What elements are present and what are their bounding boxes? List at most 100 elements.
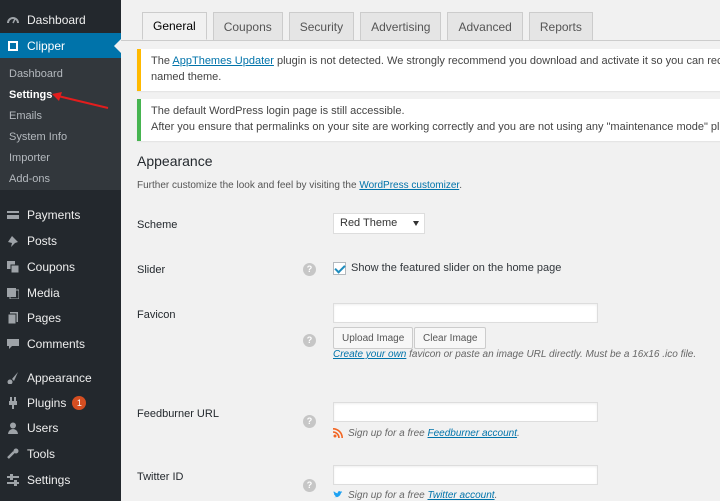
hint-text: Sign up for a free (348, 490, 428, 501)
sidebar-item-settings[interactable]: Settings (0, 467, 121, 493)
admin-sidebar: Dashboard Clipper Dashboard Settings Ema… (0, 0, 121, 501)
pushpin-icon (7, 235, 19, 247)
sidebar-item-pages[interactable]: Pages (0, 305, 121, 331)
submenu-item-settings[interactable]: Settings (9, 89, 52, 101)
tab-security[interactable]: Security (288, 12, 355, 40)
wrench-icon (7, 448, 19, 460)
rss-icon (332, 428, 343, 439)
plugins-update-badge: 1 (72, 396, 87, 410)
section-title: Appearance (137, 153, 213, 169)
hint-text: . (494, 490, 498, 501)
sidebar-item-label: Coupons (27, 260, 76, 274)
sidebar-item-label: Comments (27, 337, 86, 351)
media-icon (7, 287, 20, 300)
scheme-select[interactable]: Red Theme (333, 213, 425, 234)
sidebar-item-label: Payments (27, 208, 81, 222)
tab-advanced[interactable]: Advanced (447, 12, 523, 40)
favicon-url-input[interactable] (333, 303, 598, 323)
twitter-account-link[interactable]: Twitter account (428, 490, 495, 501)
feedburner-hint: Sign up for a free Feedburner account. (332, 428, 520, 439)
dashboard-icon (7, 14, 19, 26)
sidebar-item-clipper[interactable]: Clipper (0, 33, 121, 59)
sidebar-item-posts[interactable]: Posts (0, 228, 121, 254)
sidebar-item-label: Media (27, 286, 60, 300)
appthemes-updater-link[interactable]: AppThemes Updater (172, 55, 274, 67)
twitter-label: Twitter ID (137, 471, 184, 483)
sidebar-item-label: Tools (27, 447, 56, 461)
users-icon (7, 422, 19, 434)
notice-line: The AppThemes Updater plugin is not dete… (151, 53, 720, 69)
comments-icon (7, 338, 19, 350)
submenu-item-add-ons[interactable]: Add-ons (9, 173, 50, 185)
sidebar-item-payments[interactable]: Payments (0, 202, 121, 228)
slider-checkbox-label: Show the featured slider on the home pag… (351, 262, 562, 274)
tabs-divider (121, 40, 720, 41)
customizer-link[interactable]: WordPress customizer (359, 180, 459, 191)
sidebar-item-label: Dashboard (27, 13, 86, 27)
twitter-id-input[interactable] (333, 465, 598, 485)
pages-icon (7, 312, 19, 325)
payments-icon (7, 209, 19, 221)
hint-text: favicon or paste an image URL directly. … (406, 349, 697, 360)
clear-image-button[interactable]: Clear Image (414, 327, 487, 349)
notice-text: plugin is not detected. We strongly reco… (276, 55, 720, 67)
paintbrush-icon (7, 372, 19, 385)
hint-text: Sign up for a free (348, 428, 428, 439)
settings-tabs: General Coupons Security Advertising Adv… (142, 12, 593, 40)
sidebar-item-comments[interactable]: Comments (0, 331, 121, 357)
notice-line-2: named theme. (151, 71, 222, 83)
plugins-icon (7, 397, 19, 409)
sidebar-item-label: Plugins (27, 396, 67, 410)
scheme-select-value: Red Theme (340, 217, 398, 229)
login-page-notice: The default WordPress login page is stil… (137, 99, 720, 141)
submenu-item-dashboard[interactable]: Dashboard (9, 68, 63, 80)
sidebar-item-label: Settings (27, 473, 71, 487)
clipper-submenu: Dashboard Settings Emails System Info Im… (0, 58, 121, 190)
slider-checkbox[interactable] (333, 262, 346, 275)
sidebar-item-coupons[interactable]: Coupons (0, 254, 121, 280)
tab-general[interactable]: General (142, 12, 207, 40)
help-icon[interactable]: ? (303, 263, 316, 276)
updater-warning-notice: The AppThemes Updater plugin is not dete… (137, 49, 720, 91)
sidebar-item-plugins[interactable]: Plugins 1 (0, 390, 121, 416)
desc-text: Further customize the look and feel by v… (137, 180, 360, 191)
sidebar-item-dashboard[interactable]: Dashboard (0, 7, 121, 33)
sidebar-item-label: Clipper (27, 39, 66, 53)
tab-reports[interactable]: Reports (528, 12, 593, 40)
section-description: Further customize the look and feel by v… (137, 180, 462, 191)
main-content: General Coupons Security Advertising Adv… (121, 0, 720, 501)
sidebar-item-appearance[interactable]: Appearance (0, 365, 121, 391)
notice-line-2: After you ensure that permalinks on your… (151, 121, 720, 133)
settings-icon (7, 474, 19, 486)
favicon-label: Favicon (137, 309, 176, 321)
chevron-down-icon (413, 221, 419, 226)
submenu-item-importer[interactable]: Importer (9, 152, 50, 164)
create-favicon-link[interactable]: Create your own (333, 349, 406, 360)
tab-advertising[interactable]: Advertising (360, 12, 442, 40)
sidebar-item-label: Appearance (27, 371, 92, 385)
twitter-bird-icon (333, 490, 343, 500)
sidebar-item-media[interactable]: Media (0, 280, 121, 306)
twitter-hint: Sign up for a free Twitter account. (333, 490, 497, 501)
sidebar-item-tools[interactable]: Tools (0, 441, 121, 467)
submenu-item-emails[interactable]: Emails (9, 110, 42, 122)
hint-text: . (517, 428, 520, 439)
desc-text: . (459, 180, 462, 191)
feedburner-url-input[interactable] (333, 402, 598, 422)
feedburner-label: Feedburner URL (137, 408, 219, 420)
slider-label: Slider (137, 264, 166, 276)
sidebar-item-label: Users (27, 421, 59, 435)
coupons-icon (7, 261, 20, 274)
feedburner-account-link[interactable]: Feedburner account (428, 428, 518, 439)
notice-text: The (151, 55, 173, 67)
sidebar-item-label: Posts (27, 234, 58, 248)
help-icon[interactable]: ? (303, 334, 316, 347)
sidebar-item-label: Pages (27, 311, 62, 325)
upload-image-button[interactable]: Upload Image (333, 327, 414, 349)
sidebar-item-users[interactable]: Users (0, 415, 121, 441)
tab-coupons[interactable]: Coupons (212, 12, 283, 40)
submenu-item-system-info[interactable]: System Info (9, 131, 67, 143)
clipper-icon (7, 40, 19, 52)
help-icon[interactable]: ? (303, 415, 316, 428)
help-icon[interactable]: ? (303, 479, 316, 492)
